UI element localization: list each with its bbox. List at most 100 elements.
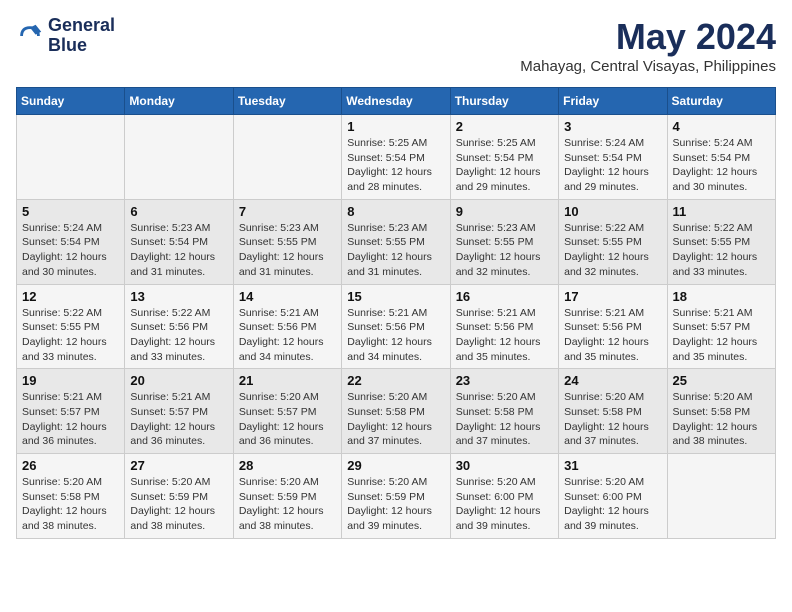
day-number: 22 bbox=[347, 373, 444, 388]
column-header-saturday: Saturday bbox=[667, 88, 775, 115]
day-info: Sunrise: 5:20 AM Sunset: 5:58 PM Dayligh… bbox=[564, 390, 661, 449]
calendar-cell: 10 Sunrise: 5:22 AM Sunset: 5:55 PM Dayli… bbox=[559, 199, 667, 284]
week-row: 5 Sunrise: 5:24 AM Sunset: 5:54 PM Daylig… bbox=[17, 199, 776, 284]
day-number: 8 bbox=[347, 204, 444, 219]
day-info: Sunrise: 5:20 AM Sunset: 5:58 PM Dayligh… bbox=[22, 475, 119, 534]
day-number: 19 bbox=[22, 373, 119, 388]
calendar-cell: 6Sunrise: 5:23 AM Sunset: 5:54 PM Daylig… bbox=[125, 199, 233, 284]
calendar-cell: 17 Sunrise: 5:21 AM Sunset: 5:56 PM Dayli… bbox=[559, 284, 667, 369]
day-info: Sunrise: 5:21 AM Sunset: 5:56 PM Dayligh… bbox=[239, 306, 336, 365]
day-number: 2 bbox=[456, 119, 553, 134]
week-row: 1 Sunrise: 5:25 AM Sunset: 5:54 PM Daylig… bbox=[17, 115, 776, 200]
day-number: 6 bbox=[130, 204, 227, 219]
day-number: 13 bbox=[130, 289, 227, 304]
calendar-cell: 29 Sunrise: 5:20 AM Sunset: 5:59 PM Dayli… bbox=[342, 454, 450, 539]
subtitle: Mahayag, Central Visayas, Philippines bbox=[520, 58, 776, 75]
day-number: 10 bbox=[564, 204, 661, 219]
day-info: Sunrise: 5:21 AM Sunset: 5:57 PM Dayligh… bbox=[673, 306, 770, 365]
day-info: Sunrise: 5:20 AM Sunset: 5:58 PM Dayligh… bbox=[673, 390, 770, 449]
day-number: 9 bbox=[456, 204, 553, 219]
day-info: Sunrise: 5:20 AM Sunset: 5:58 PM Dayligh… bbox=[347, 390, 444, 449]
calendar-cell: 28 Sunrise: 5:20 AM Sunset: 5:59 PM Dayli… bbox=[233, 454, 341, 539]
day-info: Sunrise: 5:20 AM Sunset: 5:59 PM Dayligh… bbox=[130, 475, 227, 534]
column-header-thursday: Thursday bbox=[450, 88, 558, 115]
column-header-sunday: Sunday bbox=[17, 88, 125, 115]
day-info: Sunrise: 5:22 AM Sunset: 5:55 PM Dayligh… bbox=[564, 221, 661, 280]
day-number: 26 bbox=[22, 458, 119, 473]
day-info: Sunrise: 5:21 AM Sunset: 5:57 PM Dayligh… bbox=[22, 390, 119, 449]
day-number: 27 bbox=[130, 458, 227, 473]
calendar-cell: 23Sunrise: 5:20 AM Sunset: 5:58 PM Dayli… bbox=[450, 369, 558, 454]
calendar-cell: 1Sunrise: 5:25 AM Sunset: 5:54 PM Daylig… bbox=[342, 115, 450, 200]
day-info: Sunrise: 5:21 AM Sunset: 5:56 PM Dayligh… bbox=[347, 306, 444, 365]
day-info: Sunrise: 5:24 AM Sunset: 5:54 PM Dayligh… bbox=[673, 136, 770, 195]
calendar-cell: 20 Sunrise: 5:21 AM Sunset: 5:57 PM Dayli… bbox=[125, 369, 233, 454]
day-info: Sunrise: 5:22 AM Sunset: 5:56 PM Dayligh… bbox=[130, 306, 227, 365]
calendar-cell: 13 Sunrise: 5:22 AM Sunset: 5:56 PM Dayli… bbox=[125, 284, 233, 369]
day-number: 1 bbox=[347, 119, 444, 134]
column-header-tuesday: Tuesday bbox=[233, 88, 341, 115]
calendar-cell: 21Sunrise: 5:20 AM Sunset: 5:57 PM Dayli… bbox=[233, 369, 341, 454]
calendar-cell: 22 Sunrise: 5:20 AM Sunset: 5:58 PM Dayli… bbox=[342, 369, 450, 454]
header: General Blue May 2024 Mahayag, Central V… bbox=[16, 16, 776, 75]
day-number: 15 bbox=[347, 289, 444, 304]
calendar-cell: 24Sunrise: 5:20 AM Sunset: 5:58 PM Dayli… bbox=[559, 369, 667, 454]
day-number: 29 bbox=[347, 458, 444, 473]
day-number: 25 bbox=[673, 373, 770, 388]
calendar-cell: 25 Sunrise: 5:20 AM Sunset: 5:58 PM Dayli… bbox=[667, 369, 775, 454]
day-info: Sunrise: 5:20 AM Sunset: 5:59 PM Dayligh… bbox=[347, 475, 444, 534]
column-header-monday: Monday bbox=[125, 88, 233, 115]
calendar-cell: 7Sunrise: 5:23 AM Sunset: 5:55 PM Daylig… bbox=[233, 199, 341, 284]
day-number: 4 bbox=[673, 119, 770, 134]
week-row: 19 Sunrise: 5:21 AM Sunset: 5:57 PM Dayli… bbox=[17, 369, 776, 454]
day-number: 21 bbox=[239, 373, 336, 388]
calendar-cell: 15 Sunrise: 5:21 AM Sunset: 5:56 PM Dayli… bbox=[342, 284, 450, 369]
day-info: Sunrise: 5:23 AM Sunset: 5:55 PM Dayligh… bbox=[239, 221, 336, 280]
day-info: Sunrise: 5:22 AM Sunset: 5:55 PM Dayligh… bbox=[673, 221, 770, 280]
calendar-cell bbox=[667, 454, 775, 539]
calendar-cell: 4 Sunrise: 5:24 AM Sunset: 5:54 PM Daylig… bbox=[667, 115, 775, 200]
calendar-cell: 8 Sunrise: 5:23 AM Sunset: 5:55 PM Daylig… bbox=[342, 199, 450, 284]
calendar-cell: 30 Sunrise: 5:20 AM Sunset: 6:00 PM Dayli… bbox=[450, 454, 558, 539]
day-number: 23 bbox=[456, 373, 553, 388]
logo: General Blue bbox=[16, 16, 115, 56]
day-info: Sunrise: 5:25 AM Sunset: 5:54 PM Dayligh… bbox=[456, 136, 553, 195]
week-row: 26 Sunrise: 5:20 AM Sunset: 5:58 PM Dayli… bbox=[17, 454, 776, 539]
calendar: SundayMondayTuesdayWednesdayThursdayFrid… bbox=[16, 87, 776, 539]
calendar-cell bbox=[17, 115, 125, 200]
main-title: May 2024 bbox=[520, 16, 776, 58]
calendar-cell: 27 Sunrise: 5:20 AM Sunset: 5:59 PM Dayli… bbox=[125, 454, 233, 539]
calendar-cell: 3 Sunrise: 5:24 AM Sunset: 5:54 PM Daylig… bbox=[559, 115, 667, 200]
calendar-cell: 16 Sunrise: 5:21 AM Sunset: 5:56 PM Dayli… bbox=[450, 284, 558, 369]
day-info: Sunrise: 5:23 AM Sunset: 5:55 PM Dayligh… bbox=[456, 221, 553, 280]
calendar-header-row: SundayMondayTuesdayWednesdayThursdayFrid… bbox=[17, 88, 776, 115]
day-info: Sunrise: 5:23 AM Sunset: 5:55 PM Dayligh… bbox=[347, 221, 444, 280]
day-number: 5 bbox=[22, 204, 119, 219]
calendar-cell: 2 Sunrise: 5:25 AM Sunset: 5:54 PM Daylig… bbox=[450, 115, 558, 200]
day-number: 17 bbox=[564, 289, 661, 304]
day-number: 28 bbox=[239, 458, 336, 473]
day-number: 3 bbox=[564, 119, 661, 134]
logo-text: General Blue bbox=[48, 16, 115, 56]
day-info: Sunrise: 5:20 AM Sunset: 6:00 PM Dayligh… bbox=[564, 475, 661, 534]
calendar-cell: 5 Sunrise: 5:24 AM Sunset: 5:54 PM Daylig… bbox=[17, 199, 125, 284]
day-number: 20 bbox=[130, 373, 227, 388]
day-number: 16 bbox=[456, 289, 553, 304]
column-header-friday: Friday bbox=[559, 88, 667, 115]
title-area: May 2024 Mahayag, Central Visayas, Phili… bbox=[520, 16, 776, 75]
day-info: Sunrise: 5:21 AM Sunset: 5:57 PM Dayligh… bbox=[130, 390, 227, 449]
calendar-cell bbox=[233, 115, 341, 200]
day-number: 30 bbox=[456, 458, 553, 473]
calendar-cell: 18 Sunrise: 5:21 AM Sunset: 5:57 PM Dayli… bbox=[667, 284, 775, 369]
calendar-cell: 11 Sunrise: 5:22 AM Sunset: 5:55 PM Dayli… bbox=[667, 199, 775, 284]
day-number: 31 bbox=[564, 458, 661, 473]
day-info: Sunrise: 5:21 AM Sunset: 5:56 PM Dayligh… bbox=[456, 306, 553, 365]
day-info: Sunrise: 5:24 AM Sunset: 5:54 PM Dayligh… bbox=[22, 221, 119, 280]
day-number: 18 bbox=[673, 289, 770, 304]
day-number: 11 bbox=[673, 204, 770, 219]
day-info: Sunrise: 5:24 AM Sunset: 5:54 PM Dayligh… bbox=[564, 136, 661, 195]
day-info: Sunrise: 5:20 AM Sunset: 5:59 PM Dayligh… bbox=[239, 475, 336, 534]
day-info: Sunrise: 5:20 AM Sunset: 6:00 PM Dayligh… bbox=[456, 475, 553, 534]
calendar-cell: 14Sunrise: 5:21 AM Sunset: 5:56 PM Dayli… bbox=[233, 284, 341, 369]
day-info: Sunrise: 5:21 AM Sunset: 5:56 PM Dayligh… bbox=[564, 306, 661, 365]
